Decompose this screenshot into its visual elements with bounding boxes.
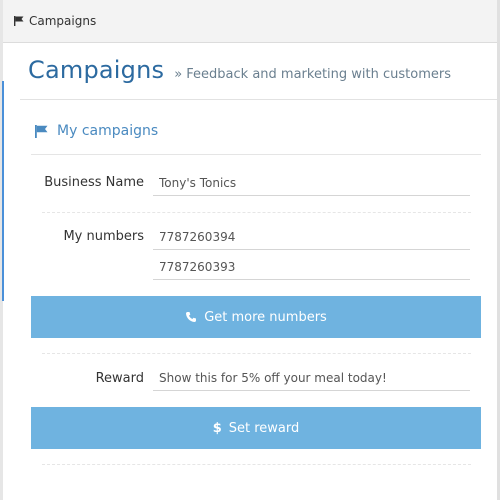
get-more-numbers-label: Get more numbers: [204, 309, 327, 325]
flag-icon: [13, 15, 25, 27]
set-reward-label: Set reward: [228, 420, 300, 436]
reward-label: Reward: [95, 371, 144, 386]
page-title: Campaigns: [28, 56, 165, 84]
dollar-icon: $: [212, 420, 222, 436]
get-more-numbers-button[interactable]: Get more numbers: [31, 296, 481, 338]
business-name-field[interactable]: [153, 170, 470, 196]
phone-number-field-1[interactable]: [153, 224, 470, 250]
business-name-label: Business Name: [44, 175, 144, 190]
reward-field[interactable]: [153, 365, 470, 391]
phone-number-field-2[interactable]: [153, 254, 470, 280]
left-accent-bar: [2, 81, 4, 301]
widget-title: My campaigns: [57, 123, 159, 139]
header-divider: [20, 99, 497, 100]
flag-icon: [34, 124, 49, 139]
phone-icon: [185, 311, 197, 323]
widget-header: My campaigns: [34, 123, 158, 139]
form-divider: [42, 353, 471, 354]
page-subtitle: » Feedback and marketing with customers: [174, 67, 451, 82]
breadcrumb-bar: Campaigns: [3, 0, 497, 43]
form-divider: [42, 212, 471, 213]
widget-divider: [31, 154, 481, 155]
set-reward-button[interactable]: $ Set reward: [31, 407, 481, 449]
form-divider: [42, 464, 471, 465]
breadcrumb-title[interactable]: Campaigns: [29, 14, 96, 28]
page-header: Campaigns » Feedback and marketing with …: [28, 56, 451, 84]
my-numbers-label: My numbers: [63, 229, 144, 244]
